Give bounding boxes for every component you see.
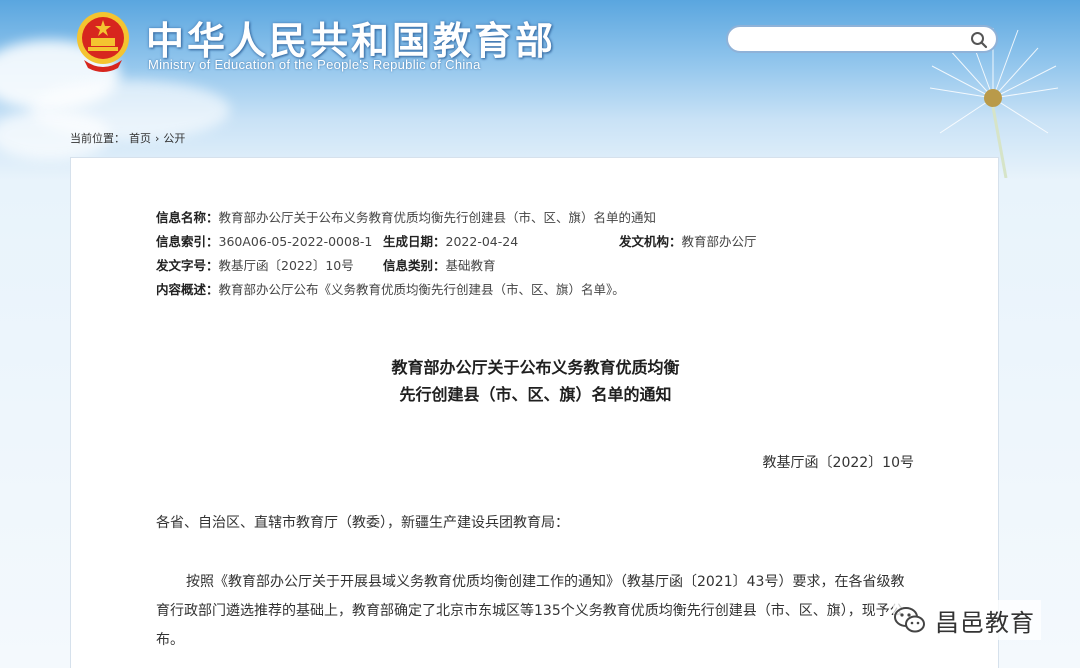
document-salutation: 各省、自治区、直辖市教育厅（教委），新疆生产建设兵团教育局： [156, 515, 569, 531]
document-title-line-1: 教育部办公厅关于公布义务教育优质均衡 [391, 358, 680, 377]
meta-issuer-value: 教育部办公厅 [681, 234, 757, 249]
breadcrumb: 当前位置： 首页 › 公开 [70, 130, 189, 146]
meta-summary-value: 教育部办公厅公布《义务教育优质均衡先行创建县（市、区、旗）名单》。 [218, 282, 625, 297]
document-title-line-2: 先行创建县（市、区、旗）名单的通知 [399, 385, 672, 404]
meta-category-label: 信息类别： [383, 258, 446, 273]
site-subtitle-english: Ministry of Education of the People's Re… [148, 57, 481, 72]
meta-index-value: 360A06-05-2022-0008-1 [218, 234, 373, 249]
breadcrumb-separator: › [155, 132, 160, 145]
document-number: 教基厅函〔2022〕10号 [762, 455, 914, 471]
wechat-watermark: 昌邑教育 [893, 600, 1041, 640]
meta-summary-label: 内容概述： [156, 282, 219, 297]
meta-index-label: 信息索引： [156, 234, 219, 249]
document-title: 教育部办公厅关于公布义务教育优质均衡 先行创建县（市、区、旗）名单的通知 [71, 354, 1000, 408]
meta-row-summary: 内容概述：教育部办公厅公布《义务教育优质均衡先行创建县（市、区、旗）名单》。 [156, 278, 916, 302]
meta-date-label: 生成日期： [383, 234, 446, 249]
search-box[interactable] [726, 25, 998, 53]
wechat-icon [894, 607, 925, 633]
document-metadata: 信息名称：教育部办公厅关于公布义务教育优质均衡先行创建县（市、区、旗）名单的通知… [156, 206, 916, 302]
meta-date-value: 2022-04-24 [445, 234, 519, 249]
site-header: 中华人民共和国教育部 Ministry of Education of the … [0, 0, 1080, 125]
meta-row-index: 信息索引：360A06-05-2022-0008-1 生成日期：2022-04-… [156, 230, 916, 254]
meta-category-value: 基础教育 [445, 258, 496, 273]
meta-row-name: 信息名称：教育部办公厅关于公布义务教育优质均衡先行创建县（市、区、旗）名单的通知 [156, 206, 916, 230]
meta-issuer-label: 发文机构： [619, 234, 682, 249]
search-input[interactable] [738, 30, 963, 50]
meta-name-value: 教育部办公厅关于公布义务教育优质均衡先行创建县（市、区、旗）名单的通知 [218, 210, 657, 225]
national-emblem-icon[interactable] [74, 10, 132, 72]
breadcrumb-item-public[interactable]: 公开 [163, 132, 185, 145]
watermark-text: 昌邑教育 [935, 608, 1035, 637]
meta-docno-value: 教基厅函〔2022〕10号 [218, 258, 354, 273]
breadcrumb-item-home[interactable]: 首页 [129, 132, 151, 145]
meta-docno-label: 发文字号： [156, 258, 219, 273]
meta-row-docno: 发文字号：教基厅函〔2022〕10号 信息类别：基础教育 [156, 254, 916, 278]
meta-name-label: 信息名称： [156, 210, 219, 225]
breadcrumb-prefix: 当前位置： [70, 132, 125, 145]
document-panel: 信息名称：教育部办公厅关于公布义务教育优质均衡先行创建县（市、区、旗）名单的通知… [70, 157, 999, 668]
search-icon[interactable] [970, 31, 988, 49]
document-paragraph: 按照《教育部办公厅关于开展县域义务教育优质均衡创建工作的通知》（教基厅函〔202… [156, 574, 905, 648]
